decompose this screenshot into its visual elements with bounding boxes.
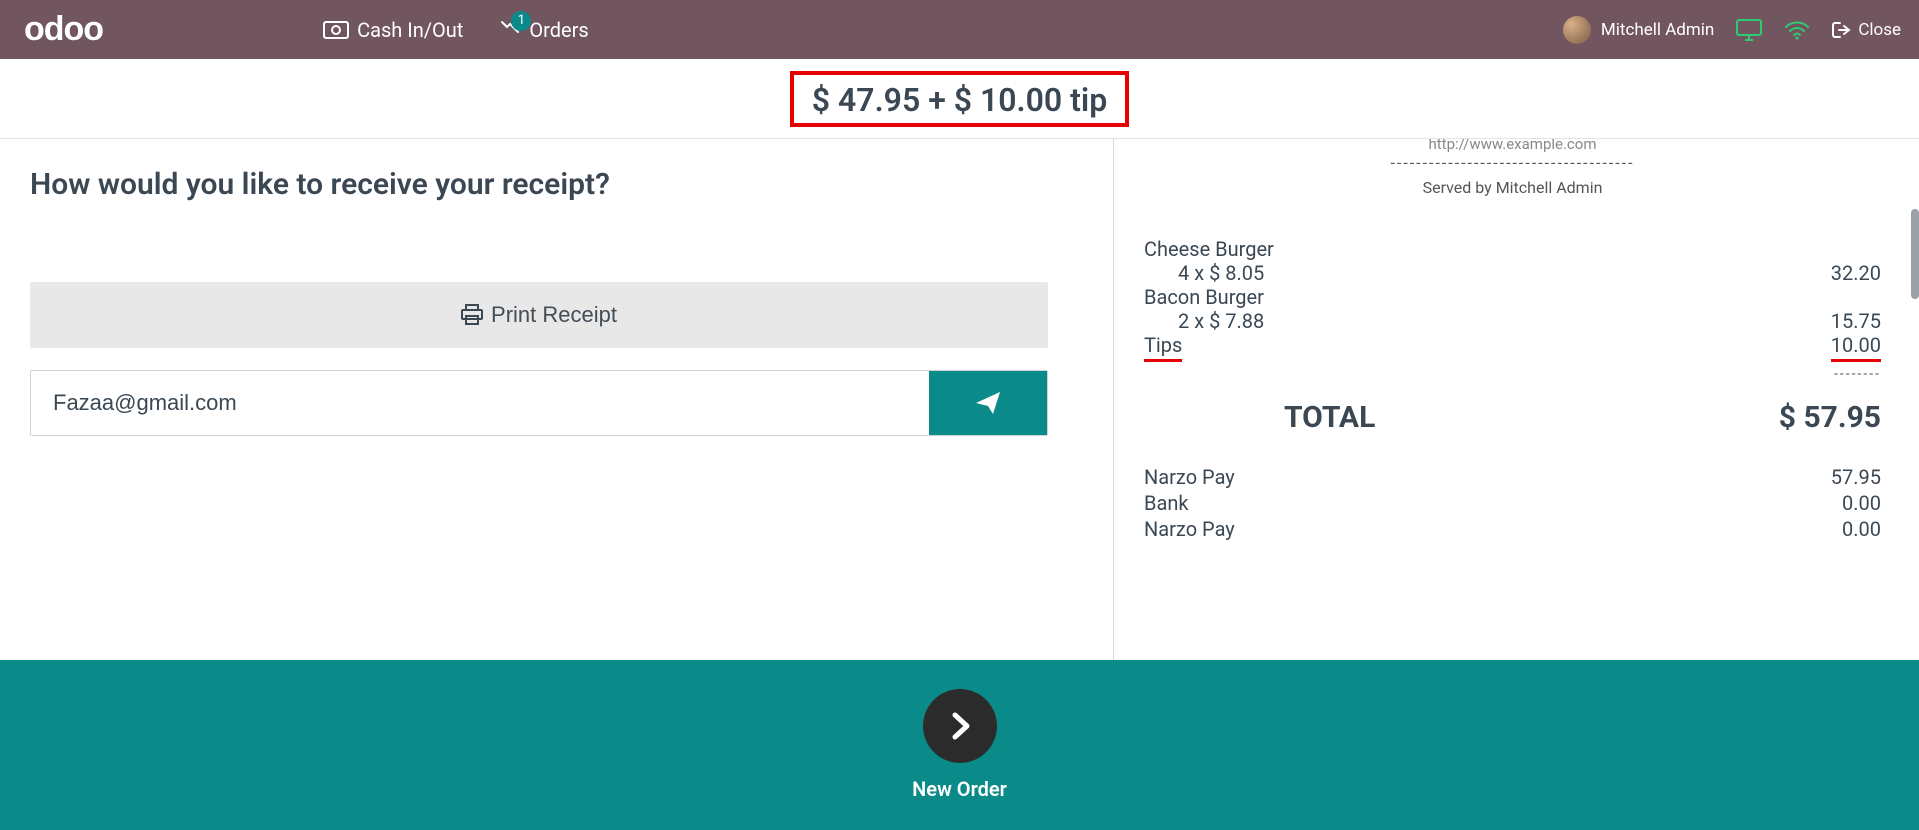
new-order-button[interactable]	[923, 689, 997, 763]
receipt-item-1-sub: 2 x $ 7.88 15.75	[1144, 309, 1881, 333]
receipt-question: How would you like to receive your recei…	[30, 167, 1083, 202]
topbar-center-group: Cash In/Out 1 Orders	[323, 18, 589, 42]
chevron-right-icon	[945, 711, 975, 741]
close-label: Close	[1858, 20, 1901, 40]
paper-plane-icon	[975, 391, 1001, 415]
send-email-button[interactable]	[929, 371, 1047, 435]
total-plus-tip-box: $ 47.95 + $ 10.00 tip	[790, 71, 1129, 127]
payment-2-amount: 0.00	[1842, 517, 1881, 541]
payment-0-amount: 57.95	[1831, 465, 1881, 489]
receipt-item-1-name: Bacon Burger	[1144, 285, 1264, 309]
payment-line-1: Bank 0.00	[1144, 491, 1881, 515]
receipt-website: http://www.example.com	[1144, 139, 1881, 153]
receipt-item-0: Cheese Burger	[1144, 237, 1881, 261]
receipt-preview-panel: http://www.example.com -----------------…	[1113, 139, 1919, 660]
receipt-item-0-sub: 4 x $ 8.05 32.20	[1144, 261, 1881, 285]
payment-line-0: Narzo Pay 57.95	[1144, 465, 1881, 489]
orders-badge: 1	[511, 11, 531, 31]
orders-button[interactable]: 1 Orders	[499, 18, 588, 42]
receipt-total-row: TOTAL $ 57.95	[1144, 400, 1881, 435]
print-receipt-label: Print Receipt	[491, 302, 617, 328]
close-icon	[1832, 21, 1852, 39]
payment-2-name: Narzo Pay	[1144, 517, 1235, 541]
receipt-delivery-panel: How would you like to receive your recei…	[0, 139, 1113, 660]
total-banner: $ 47.95 + $ 10.00 tip	[0, 59, 1919, 139]
cash-icon	[323, 21, 349, 39]
user-menu[interactable]: Mitchell Admin	[1563, 16, 1714, 44]
cash-in-out-button[interactable]: Cash In/Out	[323, 18, 463, 42]
monitor-icon[interactable]	[1736, 19, 1762, 41]
receipt-item-1-amount: 15.75	[1831, 309, 1881, 333]
orders-label: Orders	[529, 18, 588, 42]
username-label: Mitchell Admin	[1601, 20, 1714, 40]
receipt-item-0-sub-text: 4 x $ 8.05	[1144, 261, 1264, 285]
payment-0-name: Narzo Pay	[1144, 465, 1235, 489]
receipt-total-amount: $ 57.95	[1779, 400, 1881, 435]
payment-1-amount: 0.00	[1842, 491, 1881, 515]
bottom-bar: New Order	[0, 660, 1919, 830]
topbar: odoo Cash In/Out 1 Orders Mitchell Admin	[0, 0, 1919, 59]
receipt-tips-row: Tips 10.00	[1144, 333, 1881, 362]
logo[interactable]: odoo	[24, 10, 103, 49]
receipt-item-0-name: Cheese Burger	[1144, 237, 1274, 261]
email-input[interactable]	[31, 371, 929, 435]
wifi-icon[interactable]	[1784, 20, 1810, 40]
receipt-item-0-amount: 32.20	[1831, 261, 1881, 285]
payment-line-2: Narzo Pay 0.00	[1144, 517, 1881, 541]
payment-1-name: Bank	[1144, 491, 1189, 515]
email-row	[30, 370, 1048, 436]
receipt-tips-label: Tips	[1144, 333, 1182, 362]
print-receipt-button[interactable]: Print Receipt	[30, 282, 1048, 348]
receipt-dash-line: --------------------------------------	[1144, 153, 1881, 172]
new-order-label: New Order	[912, 777, 1007, 801]
receipt-dash-right: --------	[1144, 366, 1881, 382]
printer-icon	[461, 304, 483, 326]
receipt-item-1: Bacon Burger	[1144, 285, 1881, 309]
close-button[interactable]: Close	[1832, 20, 1901, 40]
orders-icon: 1	[499, 19, 521, 41]
topbar-right-group: Mitchell Admin Close	[1563, 16, 1901, 44]
main-area: How would you like to receive your recei…	[0, 139, 1919, 660]
receipt-tips-amount: 10.00	[1831, 333, 1881, 362]
cash-in-out-label: Cash In/Out	[357, 18, 463, 42]
served-by-label: Served by Mitchell Admin	[1144, 178, 1881, 197]
avatar	[1563, 16, 1591, 44]
receipt-total-label: TOTAL	[1284, 400, 1375, 435]
receipt-item-1-sub-text: 2 x $ 7.88	[1144, 309, 1264, 333]
